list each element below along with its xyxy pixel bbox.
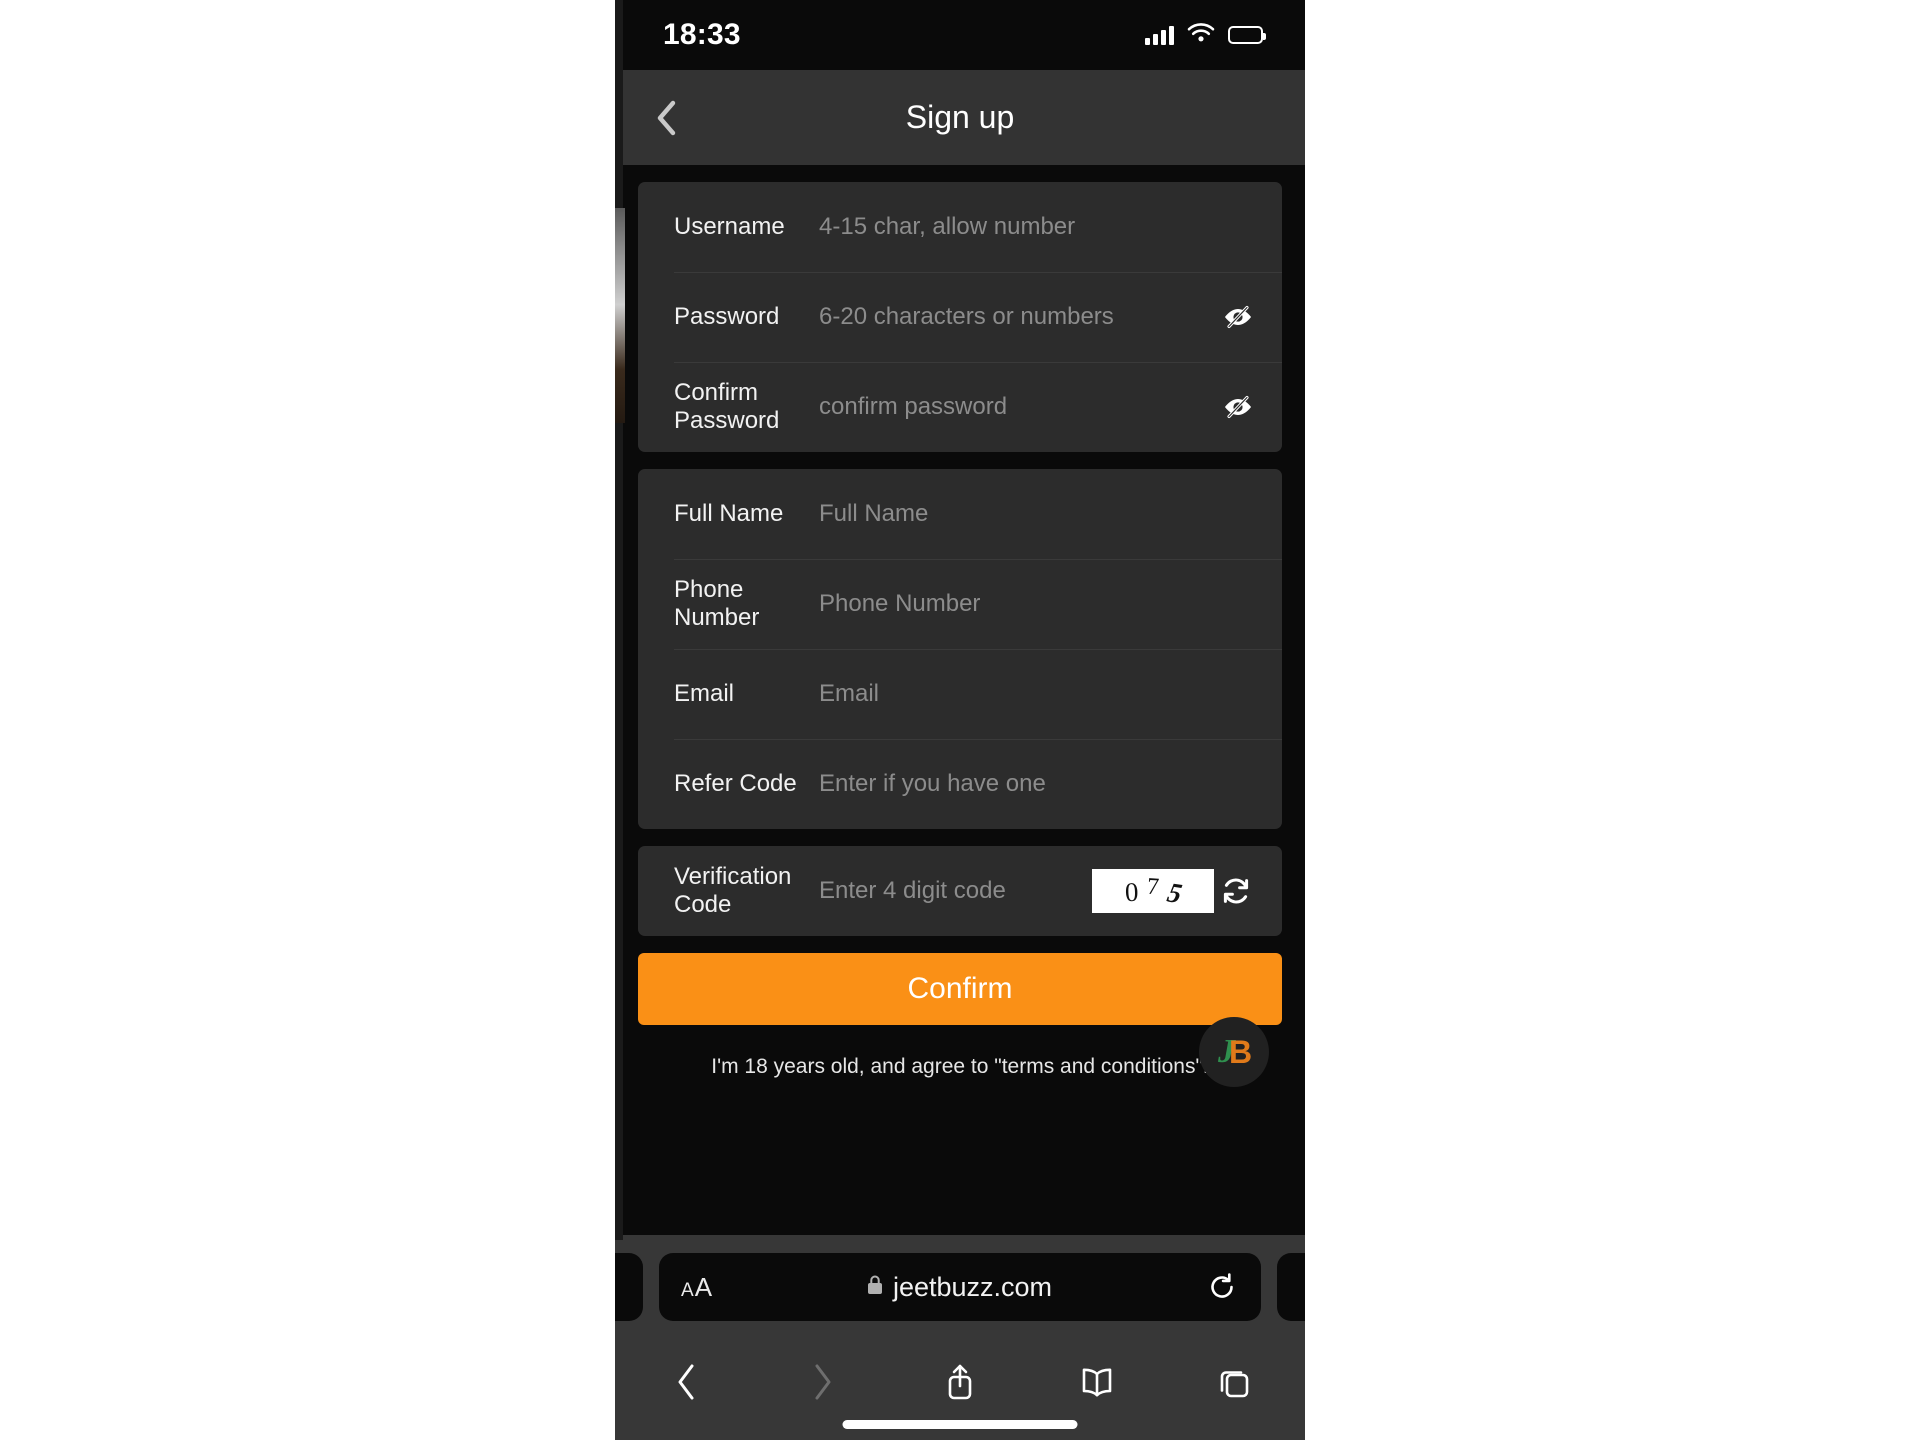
full-name-label: Full Name <box>674 499 784 527</box>
text-size-large-a: A <box>694 1272 714 1302</box>
refer-code-label: Refer Code <box>674 769 797 797</box>
refresh-icon[interactable] <box>1214 869 1258 913</box>
adjacent-tab-sliver-highlight <box>615 208 625 423</box>
url-bar[interactable]: AA jeetbuzz.com <box>659 1253 1261 1321</box>
verification-code-label: Verification Code <box>674 862 792 918</box>
captcha-digit-3: 5 <box>1162 876 1188 909</box>
jeetbuzz-logo-badge[interactable]: J B <box>1199 1017 1269 1087</box>
status-bar: 18:33 <box>615 0 1305 70</box>
signup-page: Username 4-15 char, allow number Passwor… <box>615 165 1305 1235</box>
browser-url-zone: AA jeetbuzz.com <box>615 1235 1305 1343</box>
profile-card: Full Name Full Name Phone Number Phone N… <box>638 469 1282 829</box>
verification-card: Verification Code Enter 4 digit code 0 7… <box>638 846 1282 936</box>
password-input[interactable]: 6-20 characters or numbers <box>819 303 1218 331</box>
url-text: jeetbuzz.com <box>892 1271 1053 1302</box>
verification-code-input[interactable]: Enter 4 digit code <box>819 877 1088 905</box>
refer-code-input[interactable]: Enter if you have one <box>819 770 1258 798</box>
verification-code-placeholder: Enter 4 digit code <box>819 877 1006 904</box>
confirm-password-input[interactable]: confirm password <box>819 393 1218 421</box>
email-placeholder: Email <box>819 680 880 707</box>
phone-viewport: 18:33 Sign up Username 4-15 char, allow … <box>615 0 1305 1440</box>
home-indicator <box>842 1420 1078 1429</box>
text-size-button[interactable]: AA <box>681 1274 713 1300</box>
password-placeholder: 6-20 characters or numbers <box>819 303 1114 330</box>
field-row-refer-code[interactable]: Refer Code Enter if you have one <box>638 739 1282 829</box>
refer-code-placeholder: Enter if you have one <box>819 770 1046 797</box>
full-name-placeholder: Full Name <box>819 500 929 527</box>
lock-icon <box>866 1274 884 1301</box>
confirm-password-placeholder: confirm password <box>819 393 1008 420</box>
password-label: Password <box>674 302 780 330</box>
field-row-verification-code[interactable]: Verification Code Enter 4 digit code 0 7… <box>638 846 1282 936</box>
back-button[interactable] <box>649 100 683 135</box>
username-input[interactable]: 4-15 char, allow number <box>819 213 1258 241</box>
tabs-icon[interactable] <box>1209 1357 1259 1407</box>
cellular-signal-icon <box>1145 25 1174 45</box>
field-row-confirm-password[interactable]: Confirm Password confirm password <box>638 362 1282 452</box>
back-arrow-icon[interactable] <box>661 1357 711 1407</box>
field-row-email[interactable]: Email Email <box>638 649 1282 739</box>
wifi-icon <box>1187 22 1215 48</box>
field-row-password[interactable]: Password 6-20 characters or numbers <box>638 272 1282 362</box>
reload-icon[interactable] <box>1205 1270 1239 1304</box>
status-bar-icons <box>1145 22 1266 48</box>
field-row-full-name[interactable]: Full Name Full Name <box>638 469 1282 559</box>
app-header: Sign up <box>615 70 1305 165</box>
captcha-digit-1: 0 <box>1123 876 1139 907</box>
captcha-digit-2: 7 <box>1146 873 1160 901</box>
url-display[interactable]: jeetbuzz.com <box>713 1272 1205 1303</box>
username-label: Username <box>674 212 785 240</box>
page-title: Sign up <box>905 99 1015 135</box>
email-input[interactable]: Email <box>819 680 1258 708</box>
field-row-username[interactable]: Username 4-15 char, allow number <box>638 182 1282 272</box>
account-card: Username 4-15 char, allow number Passwor… <box>638 182 1282 452</box>
full-name-input[interactable]: Full Name <box>819 500 1258 528</box>
browser-toolbar <box>615 1343 1305 1440</box>
text-size-small-a: A <box>681 1280 695 1301</box>
username-placeholder: 4-15 char, allow number <box>819 213 1076 240</box>
logo-letter-b: B <box>1228 1033 1253 1070</box>
confirm-button[interactable]: Confirm <box>638 953 1282 1025</box>
eye-off-icon[interactable] <box>1218 297 1258 337</box>
forward-arrow-icon <box>798 1357 848 1407</box>
email-label: Email <box>674 679 735 707</box>
next-tab-peek[interactable] <box>1277 1253 1305 1321</box>
battery-icon <box>1228 26 1266 44</box>
adjacent-tab-sliver[interactable] <box>615 0 623 1240</box>
previous-tab-peek[interactable] <box>615 1253 643 1321</box>
phone-number-input[interactable]: Phone Number <box>819 590 1258 618</box>
captcha-image[interactable]: 0 7 5 <box>1092 869 1214 913</box>
phone-number-placeholder: Phone Number <box>819 590 981 617</box>
phone-number-label: Phone Number <box>674 575 760 631</box>
screenshot-canvas: 18:33 Sign up Username 4-15 char, allow … <box>0 0 1920 1440</box>
confirm-password-label: Confirm Password <box>674 378 780 434</box>
status-bar-clock: 18:33 <box>663 18 741 51</box>
eye-off-icon[interactable] <box>1218 387 1258 427</box>
field-row-phone-number[interactable]: Phone Number Phone Number <box>638 559 1282 649</box>
book-icon[interactable] <box>1072 1357 1122 1407</box>
share-icon[interactable] <box>935 1357 985 1407</box>
